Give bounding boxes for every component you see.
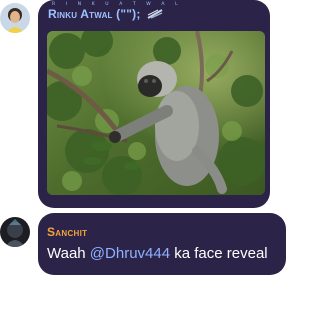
photo-of-langur-monkey-in-tree <box>47 31 265 195</box>
message-bubble[interactable]: R I N K U A T W A L Rinku Atwal (""); <box>38 0 270 208</box>
user-avatar-sanchit[interactable] <box>0 217 30 247</box>
avatar-image-icon <box>0 217 30 247</box>
sender-name[interactable]: Sanchit <box>47 225 87 239</box>
user-avatar-rinku[interactable] <box>0 3 30 33</box>
image-attachment[interactable] <box>47 31 265 195</box>
message-text-prefix: Waah <box>47 245 90 262</box>
sender-name-text: Rinku Atwal (""); <box>48 7 141 21</box>
sparkle-badge-icon <box>147 8 163 22</box>
message-text: Waah @Dhruv444 ka face reveal <box>47 245 268 262</box>
sender-name[interactable]: Rinku Atwal (""); <box>48 7 163 22</box>
avatar-image-icon <box>0 3 30 33</box>
message-text-suffix: ka face reveal <box>170 245 268 262</box>
message-bubble[interactable]: Sanchit Waah @Dhruv444 ka face reveal <box>38 213 286 275</box>
user-mention[interactable]: @Dhruv444 <box>90 245 170 262</box>
chat-thread: R I N K U A T W A L Rinku Atwal (""); Sa… <box>0 0 286 320</box>
